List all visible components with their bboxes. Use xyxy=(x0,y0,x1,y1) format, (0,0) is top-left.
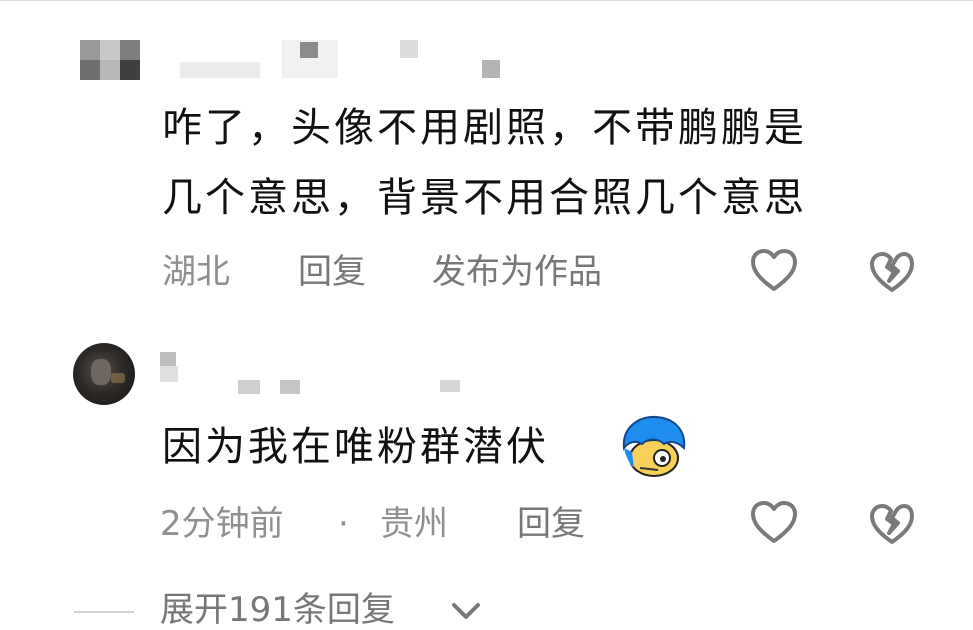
heart-outline-icon[interactable] xyxy=(750,500,798,546)
reply-button[interactable]: 回复 xyxy=(517,504,585,544)
comment-time: 2分钟前 xyxy=(160,504,284,544)
expand-count: 191 xyxy=(228,590,293,630)
heart-outline-icon[interactable] xyxy=(750,248,798,294)
broken-heart-icon[interactable] xyxy=(868,250,916,294)
top-border xyxy=(0,0,973,1)
expand-replies-button[interactable]: 展开191条回复 xyxy=(160,590,395,630)
comment-text-content: 因为我在唯粉群潜伏 xyxy=(162,424,549,470)
avatar[interactable] xyxy=(73,343,135,405)
comment-location: 湖北 xyxy=(162,252,230,292)
expand-suffix: 条回复 xyxy=(292,590,395,630)
comment-text: 因为我在唯粉群潜伏 xyxy=(162,412,549,482)
comment-location: 贵州 xyxy=(380,504,448,544)
comment-text-line: 咋了，头像不用剧照，不带鹏鹏是 xyxy=(162,105,807,151)
comment-text-line: 几个意思，背景不用合照几个意思 xyxy=(162,175,807,221)
publish-as-work-button[interactable]: 发布为作品 xyxy=(432,252,602,292)
meta-separator: · xyxy=(338,504,349,544)
expand-divider xyxy=(74,611,134,613)
reply-button[interactable]: 回复 xyxy=(298,252,366,292)
chevron-down-icon[interactable] xyxy=(450,600,482,622)
blue-hair-face-emoji-icon xyxy=(622,415,686,477)
broken-heart-icon[interactable] xyxy=(868,502,916,546)
expand-prefix: 展开 xyxy=(160,590,228,630)
